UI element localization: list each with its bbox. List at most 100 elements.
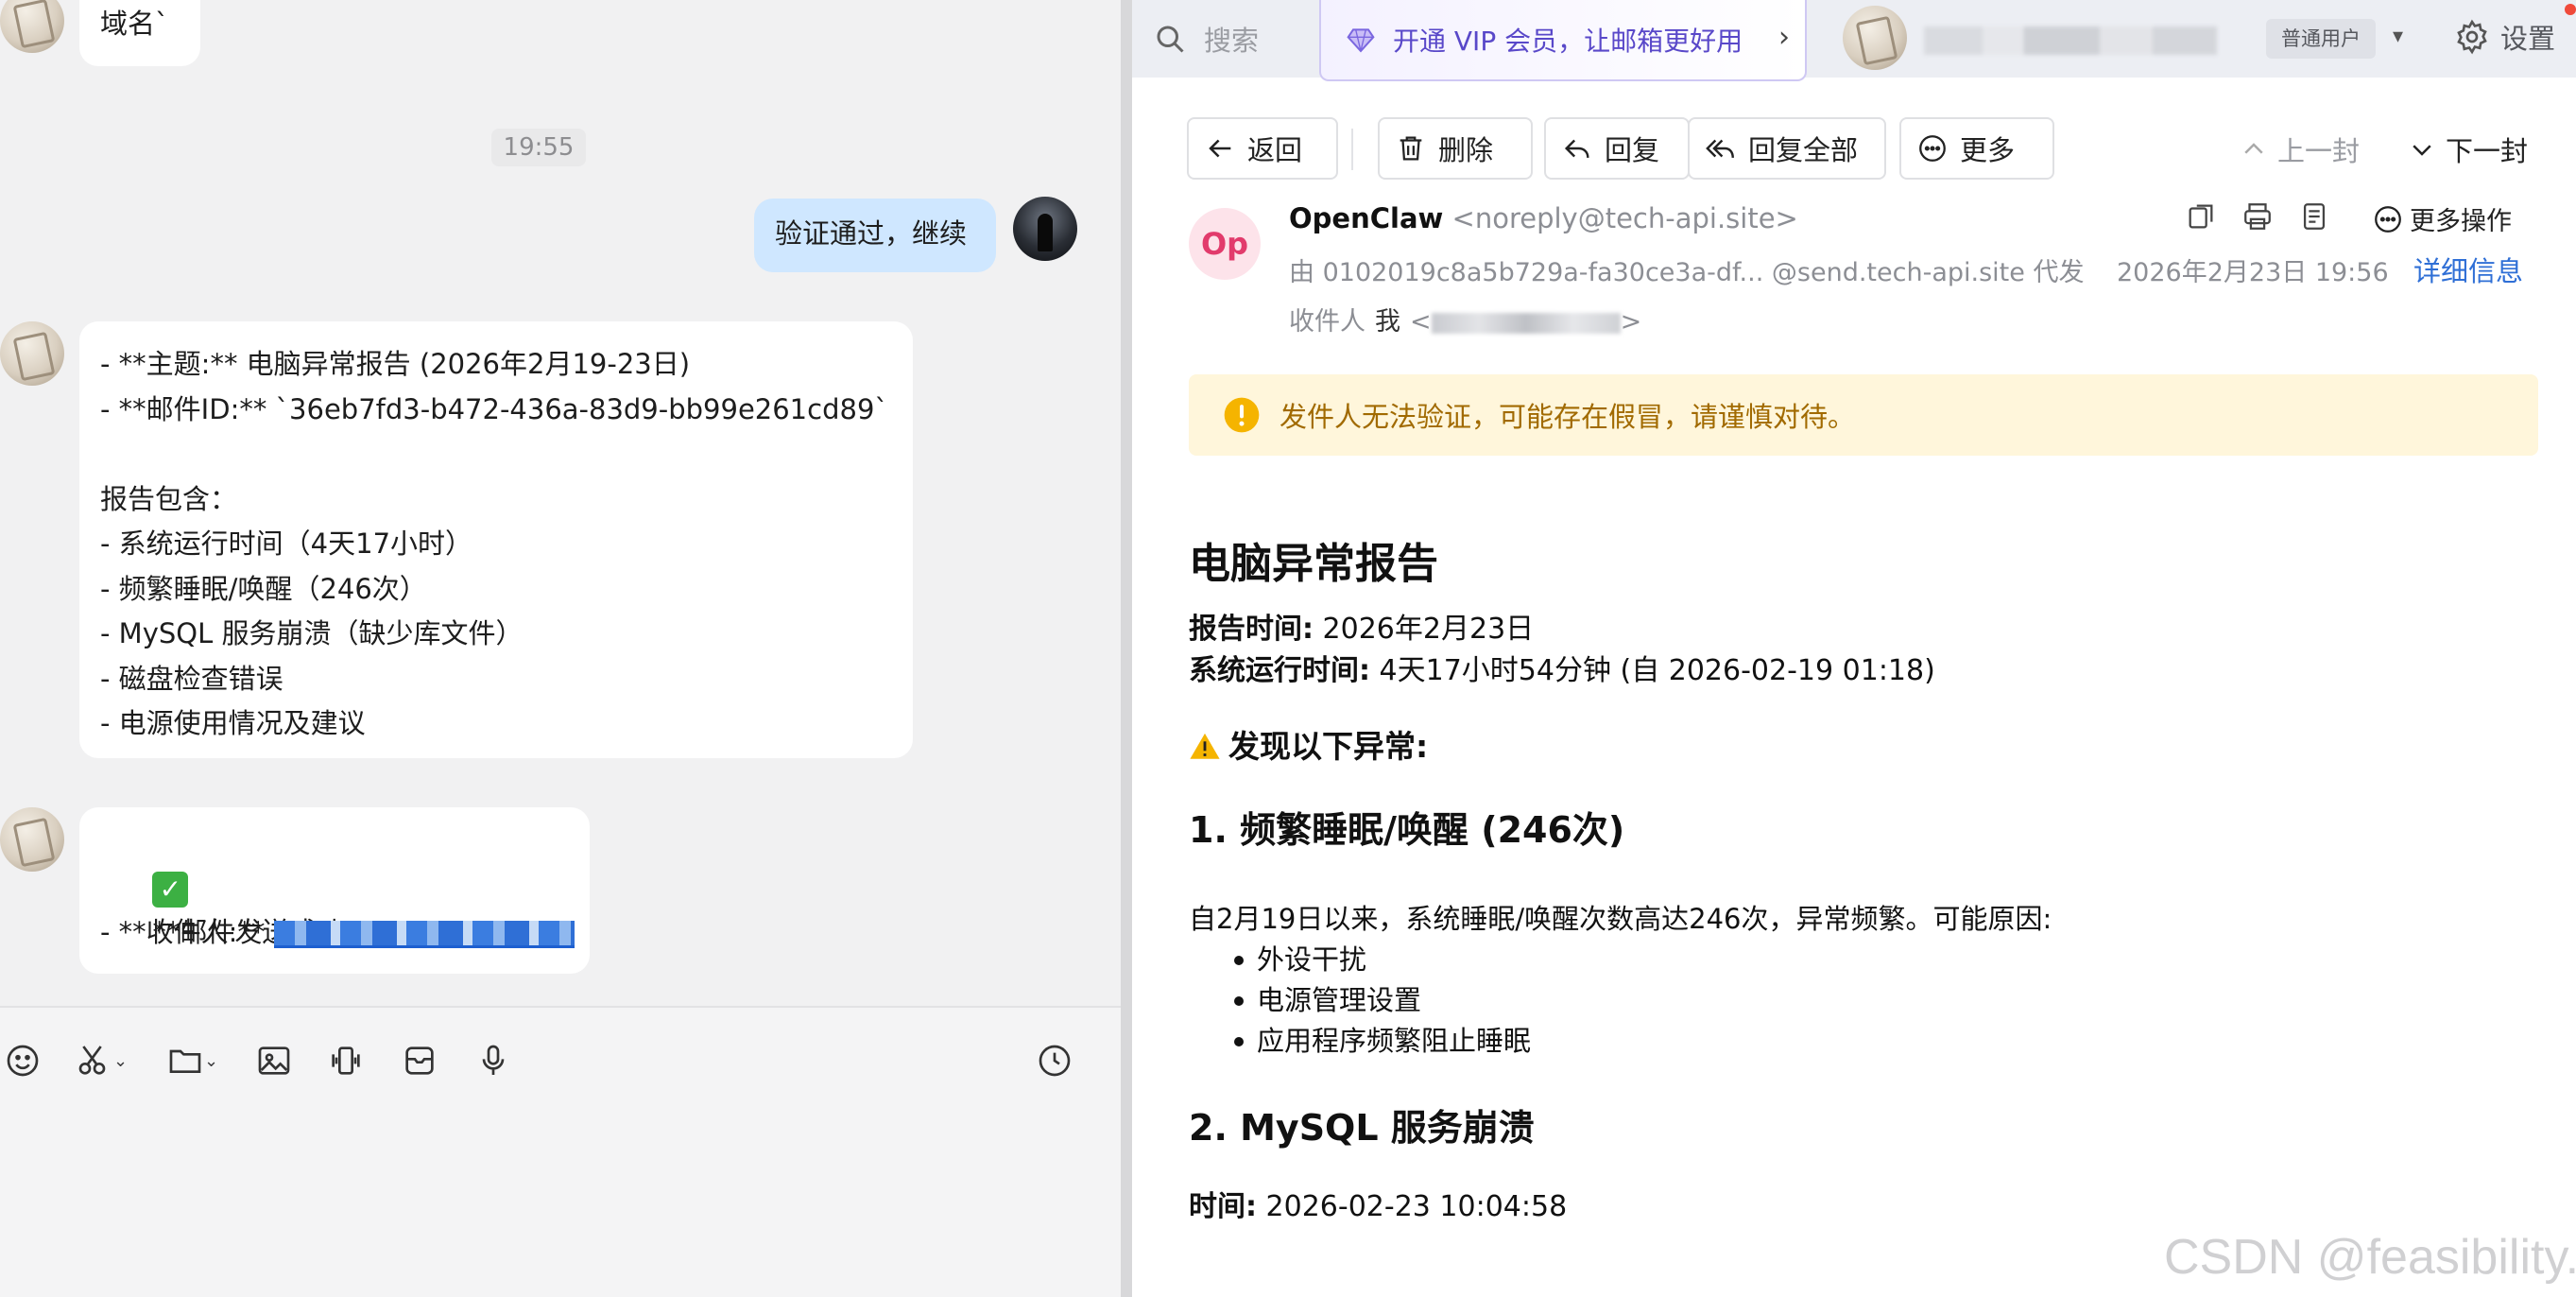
emoji-icon[interactable]	[4, 1036, 42, 1085]
list-item: 外设干扰	[1189, 940, 2550, 980]
message-line: - 频繁睡眠/唤醒（246次）	[100, 572, 427, 605]
next-mail-link[interactable]: 下一封	[2408, 129, 2528, 170]
warning-text: 发件人无法验证，可能存在假冒，请谨慎对待。	[1279, 401, 1856, 433]
section-2-time-line: 时间: 2026-02-23 10:04:58	[1189, 1190, 1568, 1223]
search-input[interactable]: 搜索	[1153, 13, 1312, 64]
recipient-me[interactable]: 我	[1375, 307, 1400, 337]
chat-panel: 域名` 19:55 验证通过，继续 - **主题:** 电脑异常报告 (2026…	[0, 0, 1121, 1297]
contact-avatar[interactable]	[0, 321, 64, 386]
vip-banner[interactable]: 开通 VIP 会员，让邮箱更好用 ›	[1319, 0, 1807, 81]
chevron-up-icon	[2244, 143, 2263, 154]
section-1-text: 自2月19日以来，系统睡眠/唤醒次数高达246次，异常频繁。可能原因:	[1189, 903, 2052, 935]
check-mark-icon: ✓	[152, 871, 189, 908]
scissors-icon[interactable]: ⌄	[76, 1036, 128, 1085]
message-bubble: - **主题:** 电脑异常报告 (2026年2月19-23日) - **邮件I…	[79, 321, 913, 758]
back-label: 返回	[1247, 134, 1303, 166]
shake-icon[interactable]	[327, 1036, 365, 1085]
reply-all-icon	[1706, 139, 1734, 158]
via-suffix: 代发	[2033, 258, 2085, 287]
chevron-down-icon	[2413, 145, 2431, 156]
image-icon[interactable]	[255, 1036, 293, 1085]
more-operations-button[interactable]: 更多操作	[2372, 200, 2512, 237]
message-bubble: ✓ **邮件发送成功！** - **收件人:**	[79, 807, 590, 974]
more-dots-icon	[1919, 135, 1946, 162]
anomalies-heading: 发现以下异常:	[1189, 724, 2550, 770]
message-line: - MySQL 服务崩溃（缺少库文件）	[100, 617, 524, 649]
reply-button[interactable]: 回复	[1544, 117, 1690, 180]
report-time-line: 报告时间: 2026年2月23日	[1189, 613, 1535, 646]
section-2-title: 2. MySQL 服务崩溃	[1189, 1107, 1535, 1149]
via-domain[interactable]: @send.tech-api.site	[1772, 258, 2025, 287]
message-line: - 磁盘检查错误	[100, 662, 283, 695]
folder-icon[interactable]: ⌄	[166, 1036, 218, 1085]
spoof-warning-banner: 发件人无法验证，可能存在假冒，请谨慎对待。	[1189, 374, 2538, 456]
user-avatar[interactable]	[1013, 197, 1077, 261]
message-line: - **主题:** 电脑异常报告 (2026年2月19-23日)	[100, 348, 691, 380]
message-bubble: 域名`	[79, 0, 200, 66]
print-icon[interactable]	[2241, 200, 2274, 233]
recipient-line: - **收件人:**	[100, 910, 575, 956]
vip-text: 开通 VIP 会员，让邮箱更好用	[1393, 26, 1743, 57]
recipient-line: 收件人我 < >	[1289, 307, 1642, 337]
message-line: - 电源使用情况及建议	[100, 707, 366, 739]
chevron-down-icon: ⌄	[204, 1050, 219, 1071]
message-line	[100, 432, 892, 477]
settings-button[interactable]: 设置	[2453, 17, 2555, 57]
more-label: 更多	[1960, 134, 2016, 166]
trash-icon	[1400, 136, 1422, 161]
via-prefix: 由	[1289, 258, 1314, 287]
more-operations-label: 更多操作	[2410, 207, 2512, 236]
chat-input-toolbar: ⌄ ⌄	[0, 1006, 1121, 1297]
toolbar-separator	[1351, 129, 1353, 170]
settings-label: 设置	[2500, 23, 2556, 55]
recipient-label: 收件人	[1289, 307, 1365, 337]
search-icon	[1157, 26, 1184, 53]
via-address[interactable]: 0102019c8a5b729a-fa30ce3a-df...	[1323, 258, 1764, 287]
sender-line: OpenClaw <noreply@tech-api.site>	[1289, 202, 1798, 234]
reply-label: 回复	[1605, 134, 1660, 166]
recipient-email-redacted[interactable]	[1431, 312, 1621, 334]
inbox-icon[interactable]	[401, 1036, 438, 1085]
account-name-redacted[interactable]	[1924, 26, 2217, 55]
more-button[interactable]: 更多	[1899, 117, 2054, 180]
caret-down-icon[interactable]: ▾	[2393, 25, 2403, 48]
message-line: - 系统运行时间（4天17小时）	[100, 527, 473, 560]
user-tier-badge[interactable]: 普通用户	[2266, 19, 2376, 59]
clock-icon[interactable]	[1036, 1036, 1073, 1085]
reply-all-label: 回复全部	[1748, 134, 1859, 166]
search-placeholder: 搜索	[1204, 25, 1260, 57]
sent-via-line: 由 0102019c8a5b729a-fa30ce3a-df... @send.…	[1289, 251, 2084, 288]
sender-name[interactable]: OpenClaw	[1289, 202, 1443, 234]
prev-mail-link[interactable]: 上一封	[2240, 129, 2360, 170]
sender-email[interactable]: <noreply@tech-api.site>	[1452, 202, 1798, 234]
arrow-left-icon	[1209, 139, 1231, 158]
more-dots-icon	[2375, 205, 2401, 233]
open-window-icon[interactable]	[2185, 200, 2217, 233]
sender-avatar[interactable]: Op	[1189, 208, 1261, 280]
back-button[interactable]: 返回	[1187, 117, 1338, 180]
success-line: ✓ **邮件发送成功！**	[100, 821, 569, 948]
diamond-icon	[1347, 28, 1375, 53]
contact-avatar[interactable]	[0, 0, 64, 53]
mail-body: 电脑异常报告 报告时间: 2026年2月23日 系统运行时间: 4天17小时54…	[1189, 529, 2550, 1228]
user-message-bubble: 验证通过，继续	[754, 199, 996, 272]
chevron-down-icon: ⌄	[113, 1050, 129, 1071]
note-icon[interactable]	[2298, 200, 2330, 233]
message-line: - **邮件ID:** `36eb7fd3-b472-436a-83d9-bb9…	[100, 392, 888, 425]
contact-avatar[interactable]	[0, 807, 64, 872]
message-text: 域名`	[100, 8, 169, 40]
warning-triangle-icon	[1190, 733, 1220, 759]
details-link[interactable]: 详细信息	[2413, 250, 2523, 289]
header-icon-group	[2185, 200, 2330, 233]
report-title: 电脑异常报告	[1189, 540, 1438, 588]
panel-divider[interactable]	[1121, 0, 1132, 1297]
recipient-email-redacted[interactable]	[273, 920, 575, 948]
user-message-text: 验证通过，继续	[775, 217, 968, 250]
account-avatar[interactable]	[1843, 6, 1907, 70]
microphone-icon[interactable]	[474, 1036, 512, 1085]
mail-date: 2026年2月23日 19:56	[2117, 258, 2389, 287]
delete-button[interactable]: 删除	[1378, 117, 1533, 180]
mail-top-bar: 搜索 开通 VIP 会员，让邮箱更好用 › 普通用户 ▾ 设置	[1132, 0, 2576, 81]
notification-dot	[2565, 4, 2576, 15]
reply-all-button[interactable]: 回复全部	[1688, 117, 1886, 180]
